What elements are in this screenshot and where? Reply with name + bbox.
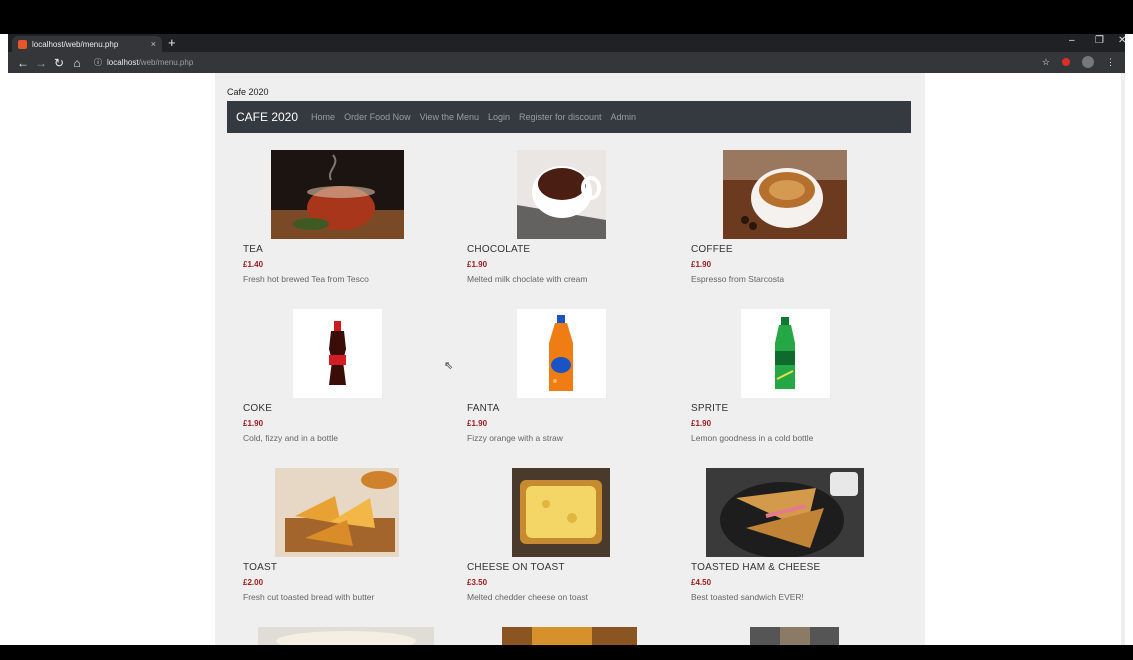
item-name: SPRITE	[691, 403, 729, 414]
item-name: TOASTED HAM & CHEESE	[691, 562, 821, 573]
item-name: TEA	[243, 244, 264, 255]
menu-kebab-icon[interactable]: ⋮	[1106, 57, 1115, 68]
item-price: £4.50	[691, 578, 712, 587]
item-description: Lemon goodness in a cold bottle	[691, 433, 814, 443]
item-price: £1.90	[691, 419, 712, 428]
menu-item-card: COKE £1.90 Cold, fizzy and in a bottle	[225, 309, 449, 443]
toasted-sandwich-image	[706, 468, 864, 557]
navbar: CAFE 2020 Home Order Food Now View the M…	[227, 101, 911, 133]
site-title: Cafe 2020	[227, 87, 269, 97]
item-description: Fresh hot brewed Tea from Tesco	[243, 274, 369, 284]
item-name: COFFEE	[691, 244, 733, 255]
menu-item-card: CHEESE ON TOAST £3.50 Melted chedder che…	[449, 468, 673, 602]
fanta-bottle-image	[516, 309, 606, 398]
sprite-bottle-image	[740, 309, 830, 398]
item-name: CHOCOLATE	[467, 244, 531, 255]
menu-item-card: COFFEE £1.90 Espresso from Starcosta	[673, 150, 897, 284]
scrollbar[interactable]	[1121, 73, 1125, 645]
item-price: £3.50	[467, 578, 488, 587]
item-price: £1.40	[243, 260, 264, 269]
cheese-on-toast-image	[512, 468, 610, 557]
menu-item-image-partial	[258, 627, 434, 645]
menu-item-card: FANTA £1.90 Fizzy orange with a straw	[449, 309, 673, 443]
tea-cup-image	[270, 150, 404, 239]
extension-icon[interactable]	[1062, 58, 1070, 66]
close-window-button[interactable]: ✕	[1118, 35, 1126, 46]
item-price: £1.90	[243, 419, 264, 428]
bookmark-star-icon[interactable]: ☆	[1042, 57, 1050, 68]
item-price: £2.00	[243, 578, 264, 587]
item-description: Melted milk choclate with cream	[467, 274, 588, 284]
page-viewport: Cafe 2020 CAFE 2020 Home Order Food Now …	[8, 73, 1125, 645]
url-host: localhost	[107, 58, 139, 67]
menu-item-card: CHOCOLATE £1.90 Melted milk choclate wit…	[449, 150, 673, 284]
menu-item-image-partial	[750, 627, 839, 645]
nav-register[interactable]: Register for discount	[519, 112, 602, 122]
item-description: Fresh cut toasted bread with butter	[243, 592, 375, 602]
mouse-cursor-icon: ⇖	[444, 360, 454, 372]
menu-item-card: TOAST £2.00 Fresh cut toasted bread with…	[225, 468, 449, 602]
menu-item-card: TOASTED HAM & CHEESE £4.50 Best toasted …	[673, 468, 897, 602]
browser-tab[interactable]: localhost/web/menu.php ×	[12, 36, 162, 52]
tab-close-icon[interactable]: ×	[151, 39, 156, 49]
navbar-brand[interactable]: CAFE 2020	[236, 110, 298, 124]
profile-avatar[interactable]	[1082, 56, 1094, 68]
menu-item-image-partial	[502, 627, 637, 645]
nav-order-food[interactable]: Order Food Now	[344, 112, 411, 122]
item-name: TOAST	[243, 562, 278, 573]
page-container: Cafe 2020 CAFE 2020 Home Order Food Now …	[215, 73, 925, 645]
browser-tab-strip: localhost/web/menu.php × + – ❐ ✕	[8, 34, 1126, 52]
item-description: Best toasted sandwich EVER!	[691, 592, 804, 602]
address-bar[interactable]: ⓘ localhost/web/menu.php	[94, 57, 193, 68]
item-price: £1.90	[691, 260, 712, 269]
url-path: /web/menu.php	[138, 58, 194, 67]
item-description: Espresso from Starcosta	[691, 274, 785, 284]
item-name: COKE	[243, 403, 273, 414]
minimize-button[interactable]: –	[1069, 35, 1075, 46]
item-description: Cold, fizzy and in a bottle	[243, 433, 338, 443]
coke-bottle-image	[292, 309, 382, 398]
home-icon[interactable]: ⌂	[68, 56, 86, 70]
menu-item-card: TEA £1.40 Fresh hot brewed Tea from Tesc…	[225, 150, 449, 284]
info-icon[interactable]: ⓘ	[94, 57, 102, 68]
favicon-icon	[18, 39, 27, 49]
back-arrow-icon[interactable]: ←	[14, 56, 32, 70]
menu-item-card: SPRITE £1.90 Lemon goodness in a cold bo…	[673, 309, 897, 443]
browser-toolbar: ← → ↻ ⌂ ⓘ localhost/web/menu.php ☆ ⋮	[8, 52, 1125, 73]
nav-home[interactable]: Home	[311, 112, 335, 122]
nav-view-menu[interactable]: View the Menu	[420, 112, 479, 122]
tab-title: localhost/web/menu.php	[32, 39, 119, 49]
item-name: FANTA	[467, 403, 500, 414]
toast-image	[275, 468, 399, 557]
coffee-cup-image	[723, 150, 847, 239]
item-description: Fizzy orange with a straw	[467, 433, 563, 443]
item-description: Melted chedder cheese on toast	[467, 592, 588, 602]
new-tab-button[interactable]: +	[168, 35, 176, 51]
video-letterbox-bottom	[0, 645, 1133, 660]
item-price: £1.90	[467, 260, 488, 269]
hot-chocolate-image	[516, 150, 606, 239]
video-letterbox-top	[0, 0, 1133, 34]
forward-arrow-icon[interactable]: →	[32, 56, 50, 70]
nav-login[interactable]: Login	[488, 112, 510, 122]
item-name: CHEESE ON TOAST	[467, 562, 565, 573]
reload-icon[interactable]: ↻	[50, 56, 68, 70]
restore-button[interactable]: ❐	[1095, 35, 1104, 46]
nav-admin[interactable]: Admin	[611, 112, 637, 122]
item-price: £1.90	[467, 419, 488, 428]
